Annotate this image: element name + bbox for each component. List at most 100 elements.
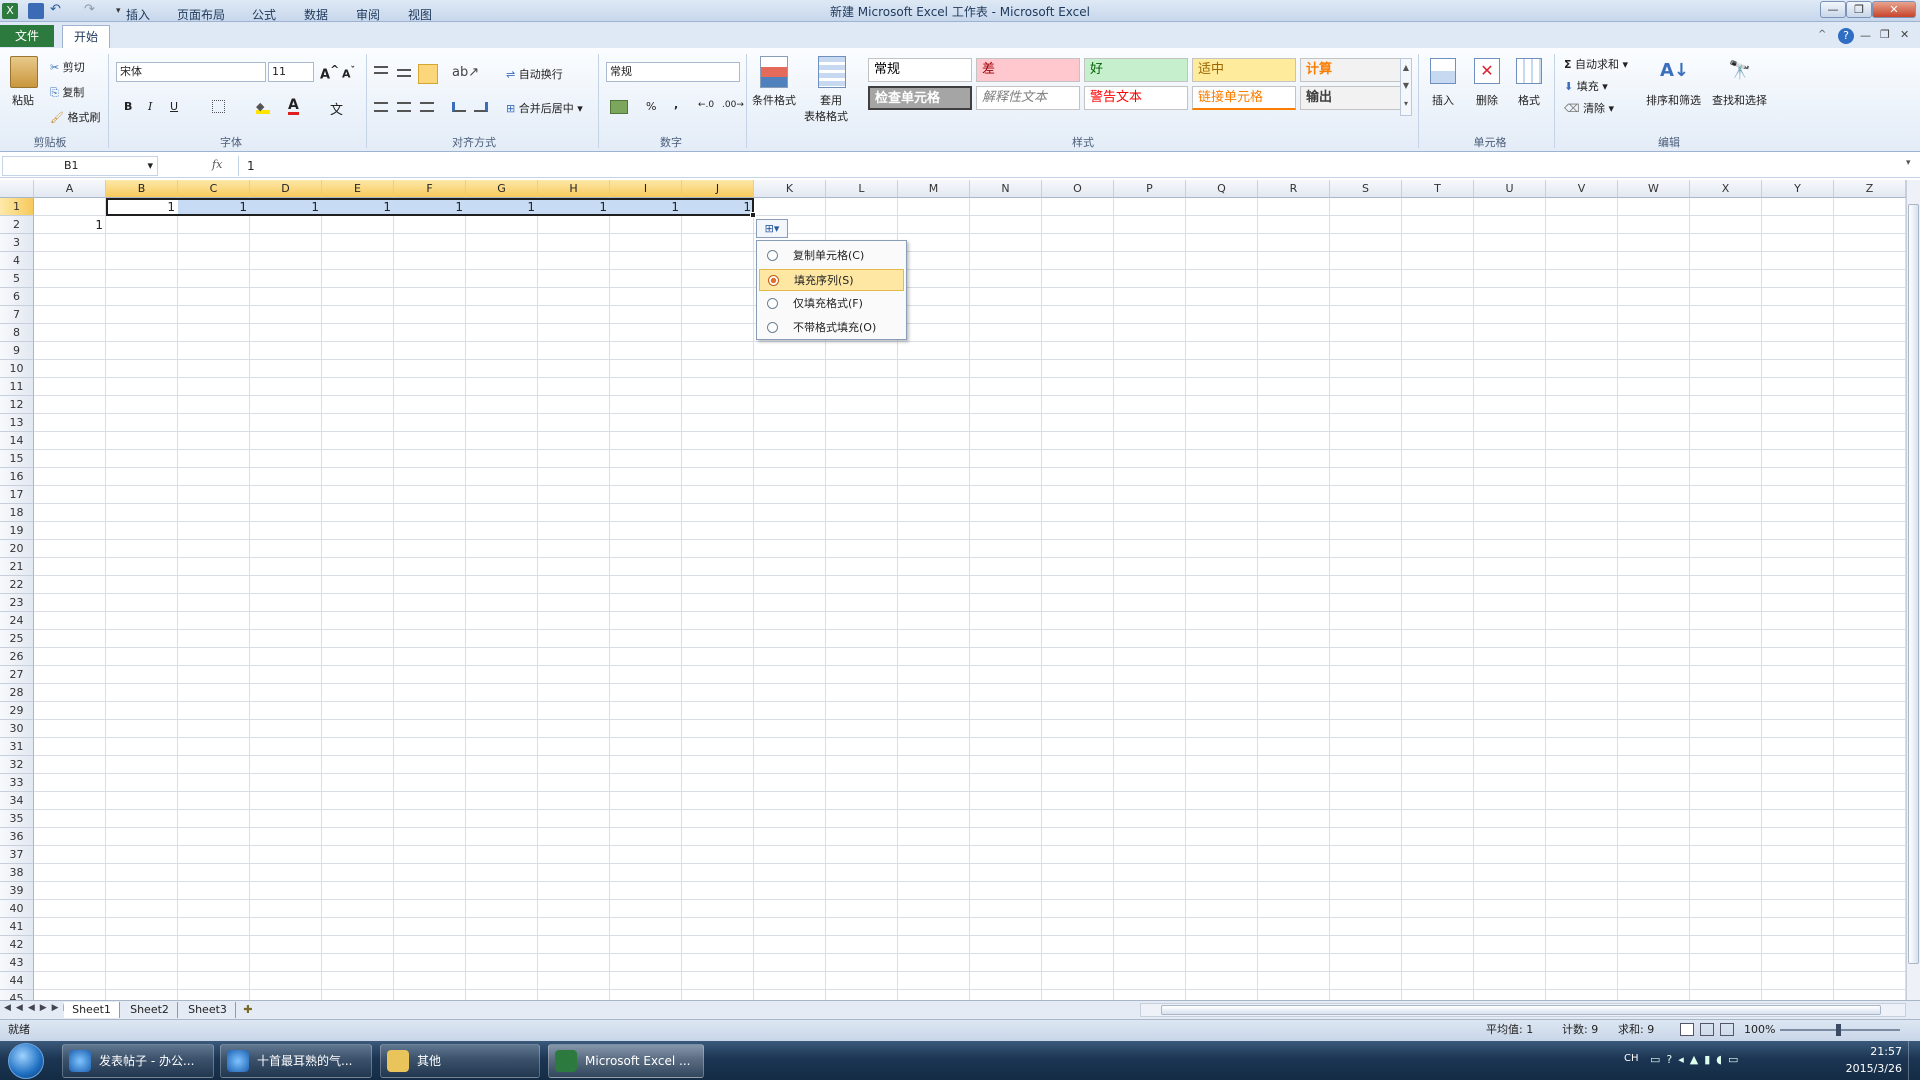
row-header-37[interactable]: 37: [0, 846, 34, 864]
row-header-27[interactable]: 27: [0, 666, 34, 684]
maximize-button[interactable]: ❐: [1846, 1, 1872, 18]
cell-style-3[interactable]: 适中: [1192, 58, 1296, 82]
column-header-F[interactable]: F: [394, 180, 466, 198]
decrease-indent-icon[interactable]: [452, 102, 466, 112]
find-select-button[interactable]: 查找和选择: [1712, 92, 1767, 108]
row-header-33[interactable]: 33: [0, 774, 34, 792]
tab-insert[interactable]: 插入: [118, 5, 158, 25]
format-painter-button[interactable]: 🖌 格式刷: [50, 109, 100, 125]
column-header-V[interactable]: V: [1546, 180, 1618, 198]
underline-button[interactable]: U: [170, 100, 178, 113]
row-header-15[interactable]: 15: [0, 450, 34, 468]
autofill-options-button[interactable]: ⊞▾: [756, 219, 788, 238]
cell-B1[interactable]: 1: [106, 198, 178, 216]
align-left-icon[interactable]: [374, 102, 388, 112]
tab-page-layout[interactable]: 页面布局: [168, 5, 234, 25]
row-header-43[interactable]: 43: [0, 954, 34, 972]
accounting-format-icon[interactable]: [610, 100, 628, 114]
column-header-A[interactable]: A: [34, 180, 106, 198]
row-header-35[interactable]: 35: [0, 810, 34, 828]
column-header-D[interactable]: D: [250, 180, 322, 198]
insert-cells-button[interactable]: 插入: [1432, 92, 1454, 108]
tab-file[interactable]: 文件: [0, 25, 54, 47]
grow-font-icon[interactable]: A^: [320, 63, 339, 82]
format-cells-icon[interactable]: [1516, 58, 1542, 84]
insert-sheet-icon[interactable]: ✚: [238, 1002, 258, 1018]
column-header-Y[interactable]: Y: [1762, 180, 1834, 198]
tray-icons[interactable]: ▭?◂▲▮◖▭: [1650, 1053, 1744, 1066]
column-header-W[interactable]: W: [1618, 180, 1690, 198]
number-format-combo[interactable]: 常规: [606, 62, 740, 82]
autofill-option-0[interactable]: 复制单元格(C): [759, 245, 904, 267]
column-header-R[interactable]: R: [1258, 180, 1330, 198]
cell-style-4[interactable]: 计算: [1300, 58, 1404, 82]
formula-input[interactable]: 1: [238, 156, 1902, 176]
row-header-44[interactable]: 44: [0, 972, 34, 990]
column-header-E[interactable]: E: [322, 180, 394, 198]
fill-button[interactable]: ⬇ 填充 ▾: [1564, 78, 1608, 94]
increase-indent-icon[interactable]: [474, 102, 488, 112]
align-bottom-icon[interactable]: [418, 64, 438, 84]
cell-C1[interactable]: 1: [178, 198, 250, 216]
column-header-T[interactable]: T: [1402, 180, 1474, 198]
align-top-icon[interactable]: [374, 66, 388, 74]
shrink-font-icon[interactable]: Aˇ: [342, 65, 355, 81]
cell-E1[interactable]: 1: [322, 198, 394, 216]
cell-style-9[interactable]: 输出: [1300, 86, 1404, 110]
row-header-24[interactable]: 24: [0, 612, 34, 630]
tab-data[interactable]: 数据: [296, 5, 336, 25]
row-header-25[interactable]: 25: [0, 630, 34, 648]
row-header-6[interactable]: 6: [0, 288, 34, 306]
row-header-18[interactable]: 18: [0, 504, 34, 522]
percent-button[interactable]: %: [646, 100, 656, 113]
column-header-G[interactable]: G: [466, 180, 538, 198]
align-center-icon[interactable]: [397, 102, 411, 112]
column-header-H[interactable]: H: [538, 180, 610, 198]
row-header-13[interactable]: 13: [0, 414, 34, 432]
row-header-9[interactable]: 9: [0, 342, 34, 360]
increase-decimal-icon[interactable]: ←.0: [698, 100, 714, 110]
sheet-tab-2[interactable]: Sheet2: [122, 1002, 178, 1018]
page-break-view-icon[interactable]: [1720, 1023, 1734, 1036]
clear-button[interactable]: ⌫ 清除 ▾: [1564, 100, 1614, 116]
row-header-45[interactable]: 45: [0, 990, 34, 1000]
align-right-icon[interactable]: [420, 102, 434, 112]
row-header-11[interactable]: 11: [0, 378, 34, 396]
help-icon[interactable]: ?: [1838, 28, 1854, 44]
row-header-34[interactable]: 34: [0, 792, 34, 810]
workbook-minimize-icon[interactable]: —: [1860, 29, 1871, 42]
tab-formulas[interactable]: 公式: [244, 5, 284, 25]
autofill-option-2[interactable]: 仅填充格式(F): [759, 293, 904, 315]
row-header-4[interactable]: 4: [0, 252, 34, 270]
row-header-39[interactable]: 39: [0, 882, 34, 900]
taskbar-item-0[interactable]: 发表帖子 - 办公...: [62, 1044, 214, 1078]
insert-function-icon[interactable]: fx: [212, 158, 222, 171]
taskbar-item-3[interactable]: Microsoft Excel ...: [548, 1044, 704, 1078]
column-header-X[interactable]: X: [1690, 180, 1762, 198]
tab-home[interactable]: 开始: [62, 25, 110, 48]
row-header-1[interactable]: 1: [0, 198, 34, 216]
row-header-2[interactable]: 2: [0, 216, 34, 234]
normal-view-icon[interactable]: [1680, 1023, 1694, 1036]
merge-center-button[interactable]: ⊞ 合并后居中 ▾: [506, 100, 583, 116]
column-header-N[interactable]: N: [970, 180, 1042, 198]
delete-cells-button[interactable]: 删除: [1476, 92, 1498, 108]
row-header-12[interactable]: 12: [0, 396, 34, 414]
format-as-table-label-2[interactable]: 表格格式: [804, 108, 848, 124]
column-header-C[interactable]: C: [178, 180, 250, 198]
column-header-I[interactable]: I: [610, 180, 682, 198]
row-header-29[interactable]: 29: [0, 702, 34, 720]
format-as-table-icon[interactable]: [818, 56, 846, 88]
autosum-button[interactable]: Σ 自动求和 ▾: [1564, 56, 1628, 72]
row-header-14[interactable]: 14: [0, 432, 34, 450]
horizontal-scroll-thumb[interactable]: [1161, 1005, 1881, 1015]
row-header-16[interactable]: 16: [0, 468, 34, 486]
row-header-30[interactable]: 30: [0, 720, 34, 738]
row-header-10[interactable]: 10: [0, 360, 34, 378]
clock-time[interactable]: 21:57: [1846, 1045, 1902, 1058]
horizontal-scrollbar[interactable]: [1140, 1003, 1906, 1017]
zoom-slider-handle[interactable]: [1836, 1024, 1841, 1036]
cell-style-0[interactable]: 常规: [868, 58, 972, 82]
row-header-40[interactable]: 40: [0, 900, 34, 918]
delete-cells-icon[interactable]: ✕: [1474, 58, 1500, 84]
